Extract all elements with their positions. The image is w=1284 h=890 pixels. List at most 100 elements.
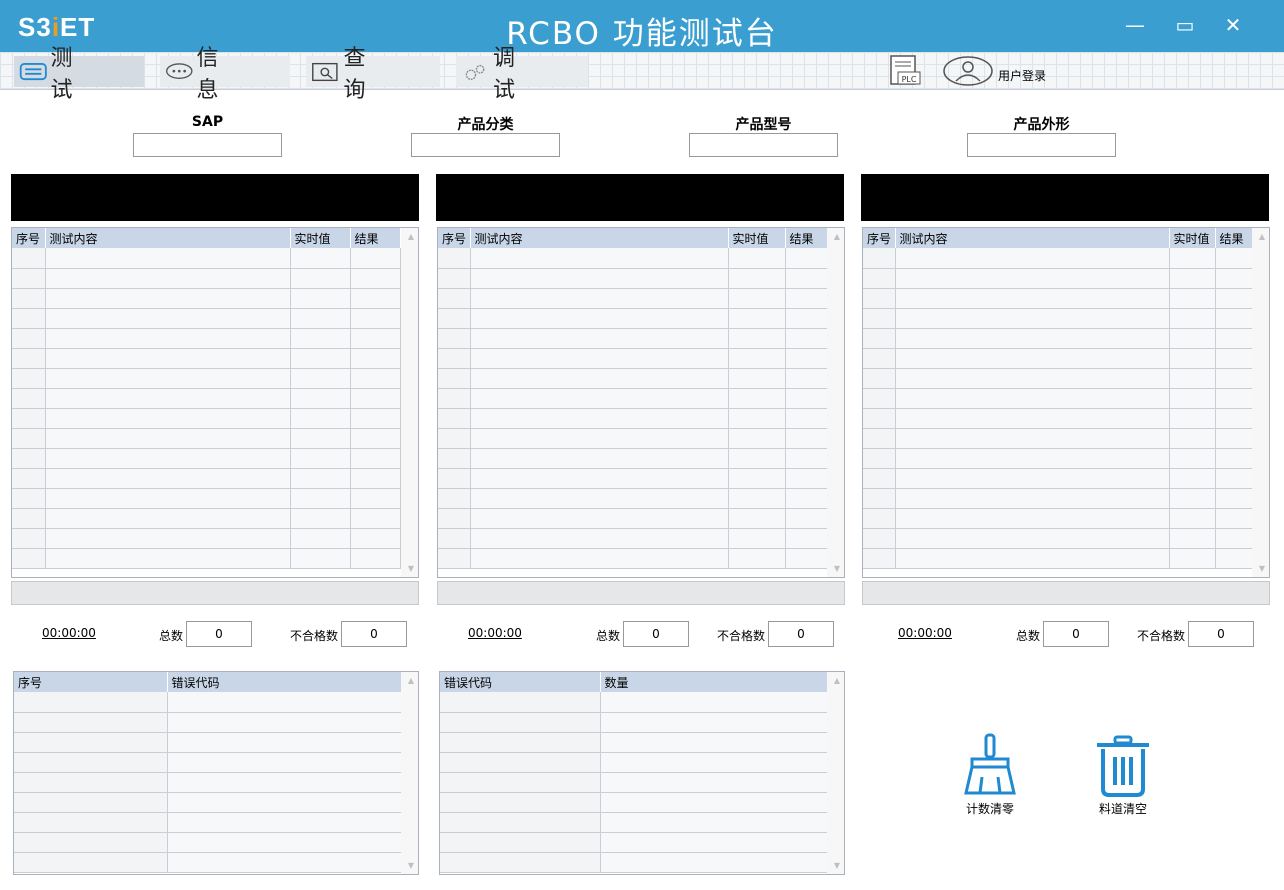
- table-cell[interactable]: [290, 528, 351, 549]
- table-cell[interactable]: [290, 488, 351, 509]
- product-model-input[interactable]: [689, 133, 838, 157]
- table-cell[interactable]: [290, 388, 351, 409]
- table-row[interactable]: [12, 528, 401, 549]
- table-cell[interactable]: [728, 508, 786, 529]
- table-row[interactable]: [440, 732, 828, 753]
- table-cell[interactable]: [785, 408, 828, 429]
- table-row[interactable]: [863, 348, 1253, 369]
- table-cell[interactable]: [863, 368, 896, 389]
- table-cell[interactable]: [290, 368, 351, 389]
- table-cell[interactable]: [470, 468, 729, 489]
- table-cell[interactable]: [438, 468, 471, 489]
- table-cell[interactable]: [863, 248, 896, 269]
- table-cell[interactable]: [728, 268, 786, 289]
- table-cell[interactable]: [1215, 268, 1253, 289]
- table-cell[interactable]: [863, 388, 896, 409]
- table-row[interactable]: [863, 388, 1253, 409]
- table-row[interactable]: [863, 428, 1253, 449]
- table-row[interactable]: [863, 448, 1253, 469]
- table-cell[interactable]: [1169, 288, 1216, 309]
- scroll-up-icon[interactable]: ▲: [834, 676, 840, 685]
- scroll-down-icon[interactable]: ▼: [834, 564, 840, 573]
- table-cell[interactable]: [350, 388, 401, 409]
- table-cell[interactable]: [350, 448, 401, 469]
- table-cell[interactable]: [470, 528, 729, 549]
- table-cell[interactable]: [728, 308, 786, 329]
- product-shape-input[interactable]: [967, 133, 1116, 157]
- table-cell[interactable]: [728, 528, 786, 549]
- table-cell[interactable]: [438, 448, 471, 469]
- table-cell[interactable]: [1169, 408, 1216, 429]
- error-list-grid[interactable]: 序号 错误代码 ▲ ▼: [13, 671, 419, 875]
- table-cell[interactable]: [45, 488, 291, 509]
- table-cell[interactable]: [785, 348, 828, 369]
- table-cell[interactable]: [45, 308, 291, 329]
- table-row[interactable]: [440, 832, 828, 853]
- table-cell[interactable]: [863, 488, 896, 509]
- table-row[interactable]: [863, 548, 1253, 569]
- table-row[interactable]: [438, 288, 828, 309]
- table-cell[interactable]: [45, 408, 291, 429]
- table-row[interactable]: [440, 792, 828, 813]
- table-cell[interactable]: [290, 248, 351, 269]
- table-cell[interactable]: [728, 288, 786, 309]
- table-cell[interactable]: [167, 792, 402, 813]
- table-row[interactable]: [12, 548, 401, 569]
- vertical-scrollbar[interactable]: ▲ ▼: [401, 672, 418, 874]
- table-cell[interactable]: [728, 328, 786, 349]
- table-cell[interactable]: [350, 348, 401, 369]
- table-cell[interactable]: [1215, 468, 1253, 489]
- tab-query[interactable]: 查询: [306, 46, 440, 103]
- table-row[interactable]: [863, 248, 1253, 269]
- table-cell[interactable]: [350, 268, 401, 289]
- table-cell[interactable]: [438, 308, 471, 329]
- table-cell[interactable]: [440, 692, 601, 713]
- table-row[interactable]: [438, 548, 828, 569]
- table-cell[interactable]: [470, 448, 729, 469]
- scroll-up-icon[interactable]: ▲: [834, 232, 840, 241]
- table-row[interactable]: [863, 508, 1253, 529]
- table-cell[interactable]: [785, 288, 828, 309]
- table-cell[interactable]: [470, 348, 729, 369]
- table-cell[interactable]: [863, 328, 896, 349]
- table-cell[interactable]: [290, 448, 351, 469]
- table-cell[interactable]: [1215, 348, 1253, 369]
- table-cell[interactable]: [728, 468, 786, 489]
- table-cell[interactable]: [12, 268, 46, 289]
- table-cell[interactable]: [14, 752, 168, 773]
- table-cell[interactable]: [45, 468, 291, 489]
- table-cell[interactable]: [350, 288, 401, 309]
- table-cell[interactable]: [600, 792, 828, 813]
- table-cell[interactable]: [12, 448, 46, 469]
- table-row[interactable]: [438, 348, 828, 369]
- table-row[interactable]: [14, 792, 402, 813]
- table-cell[interactable]: [1169, 248, 1216, 269]
- table-cell[interactable]: [12, 348, 46, 369]
- table-row[interactable]: [12, 248, 401, 269]
- table-row[interactable]: [12, 368, 401, 389]
- table-cell[interactable]: [785, 548, 828, 569]
- vertical-scrollbar[interactable]: ▲ ▼: [827, 228, 844, 577]
- table-cell[interactable]: [12, 248, 46, 269]
- table-row[interactable]: [12, 308, 401, 329]
- table-cell[interactable]: [350, 508, 401, 529]
- table-row[interactable]: [12, 388, 401, 409]
- table-cell[interactable]: [600, 712, 828, 733]
- table-cell[interactable]: [12, 468, 46, 489]
- table-cell[interactable]: [470, 488, 729, 509]
- table-row[interactable]: [14, 772, 402, 793]
- scroll-down-icon[interactable]: ▼: [1259, 564, 1265, 573]
- table-cell[interactable]: [438, 288, 471, 309]
- table-cell[interactable]: [12, 328, 46, 349]
- table-cell[interactable]: [863, 408, 896, 429]
- table-cell[interactable]: [290, 308, 351, 329]
- table-row[interactable]: [14, 832, 402, 853]
- table-row[interactable]: [440, 752, 828, 773]
- table-row[interactable]: [438, 408, 828, 429]
- table-cell[interactable]: [12, 488, 46, 509]
- table-cell[interactable]: [438, 368, 471, 389]
- table-row[interactable]: [438, 328, 828, 349]
- table-cell[interactable]: [12, 288, 46, 309]
- table-cell[interactable]: [785, 508, 828, 529]
- table-cell[interactable]: [600, 692, 828, 713]
